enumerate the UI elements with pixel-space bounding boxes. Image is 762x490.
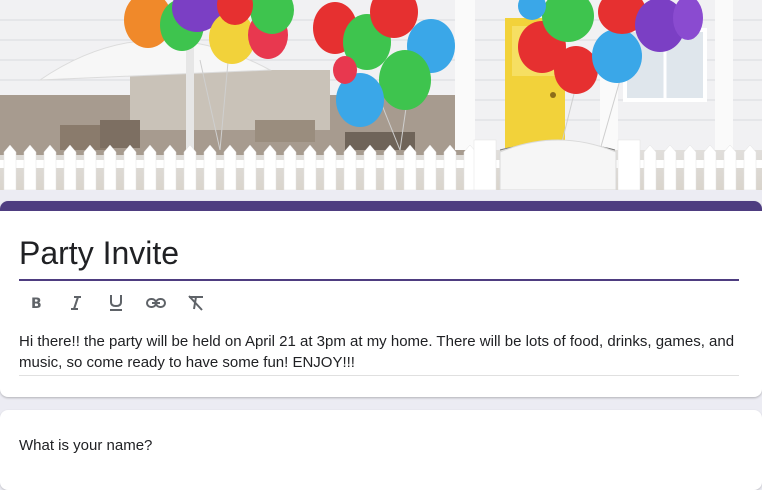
- formatting-toolbar: B: [23, 291, 209, 315]
- form-description-input[interactable]: Hi there!! the party will be held on Apr…: [19, 331, 739, 376]
- italic-icon[interactable]: [63, 291, 89, 315]
- bold-icon[interactable]: B: [23, 291, 49, 315]
- form-title-input[interactable]: Party Invite: [19, 233, 739, 281]
- header-image: [0, 0, 762, 190]
- link-icon[interactable]: [143, 291, 169, 315]
- clear-formatting-icon[interactable]: [183, 291, 209, 315]
- svg-text:B: B: [31, 296, 42, 311]
- form-header-card: Party Invite B Hi there!! the party will…: [0, 201, 762, 397]
- underline-icon[interactable]: [103, 291, 129, 315]
- theme-accent-bar: [0, 201, 762, 211]
- question-title: What is your name?: [19, 437, 153, 454]
- question-card[interactable]: What is your name?: [0, 410, 762, 490]
